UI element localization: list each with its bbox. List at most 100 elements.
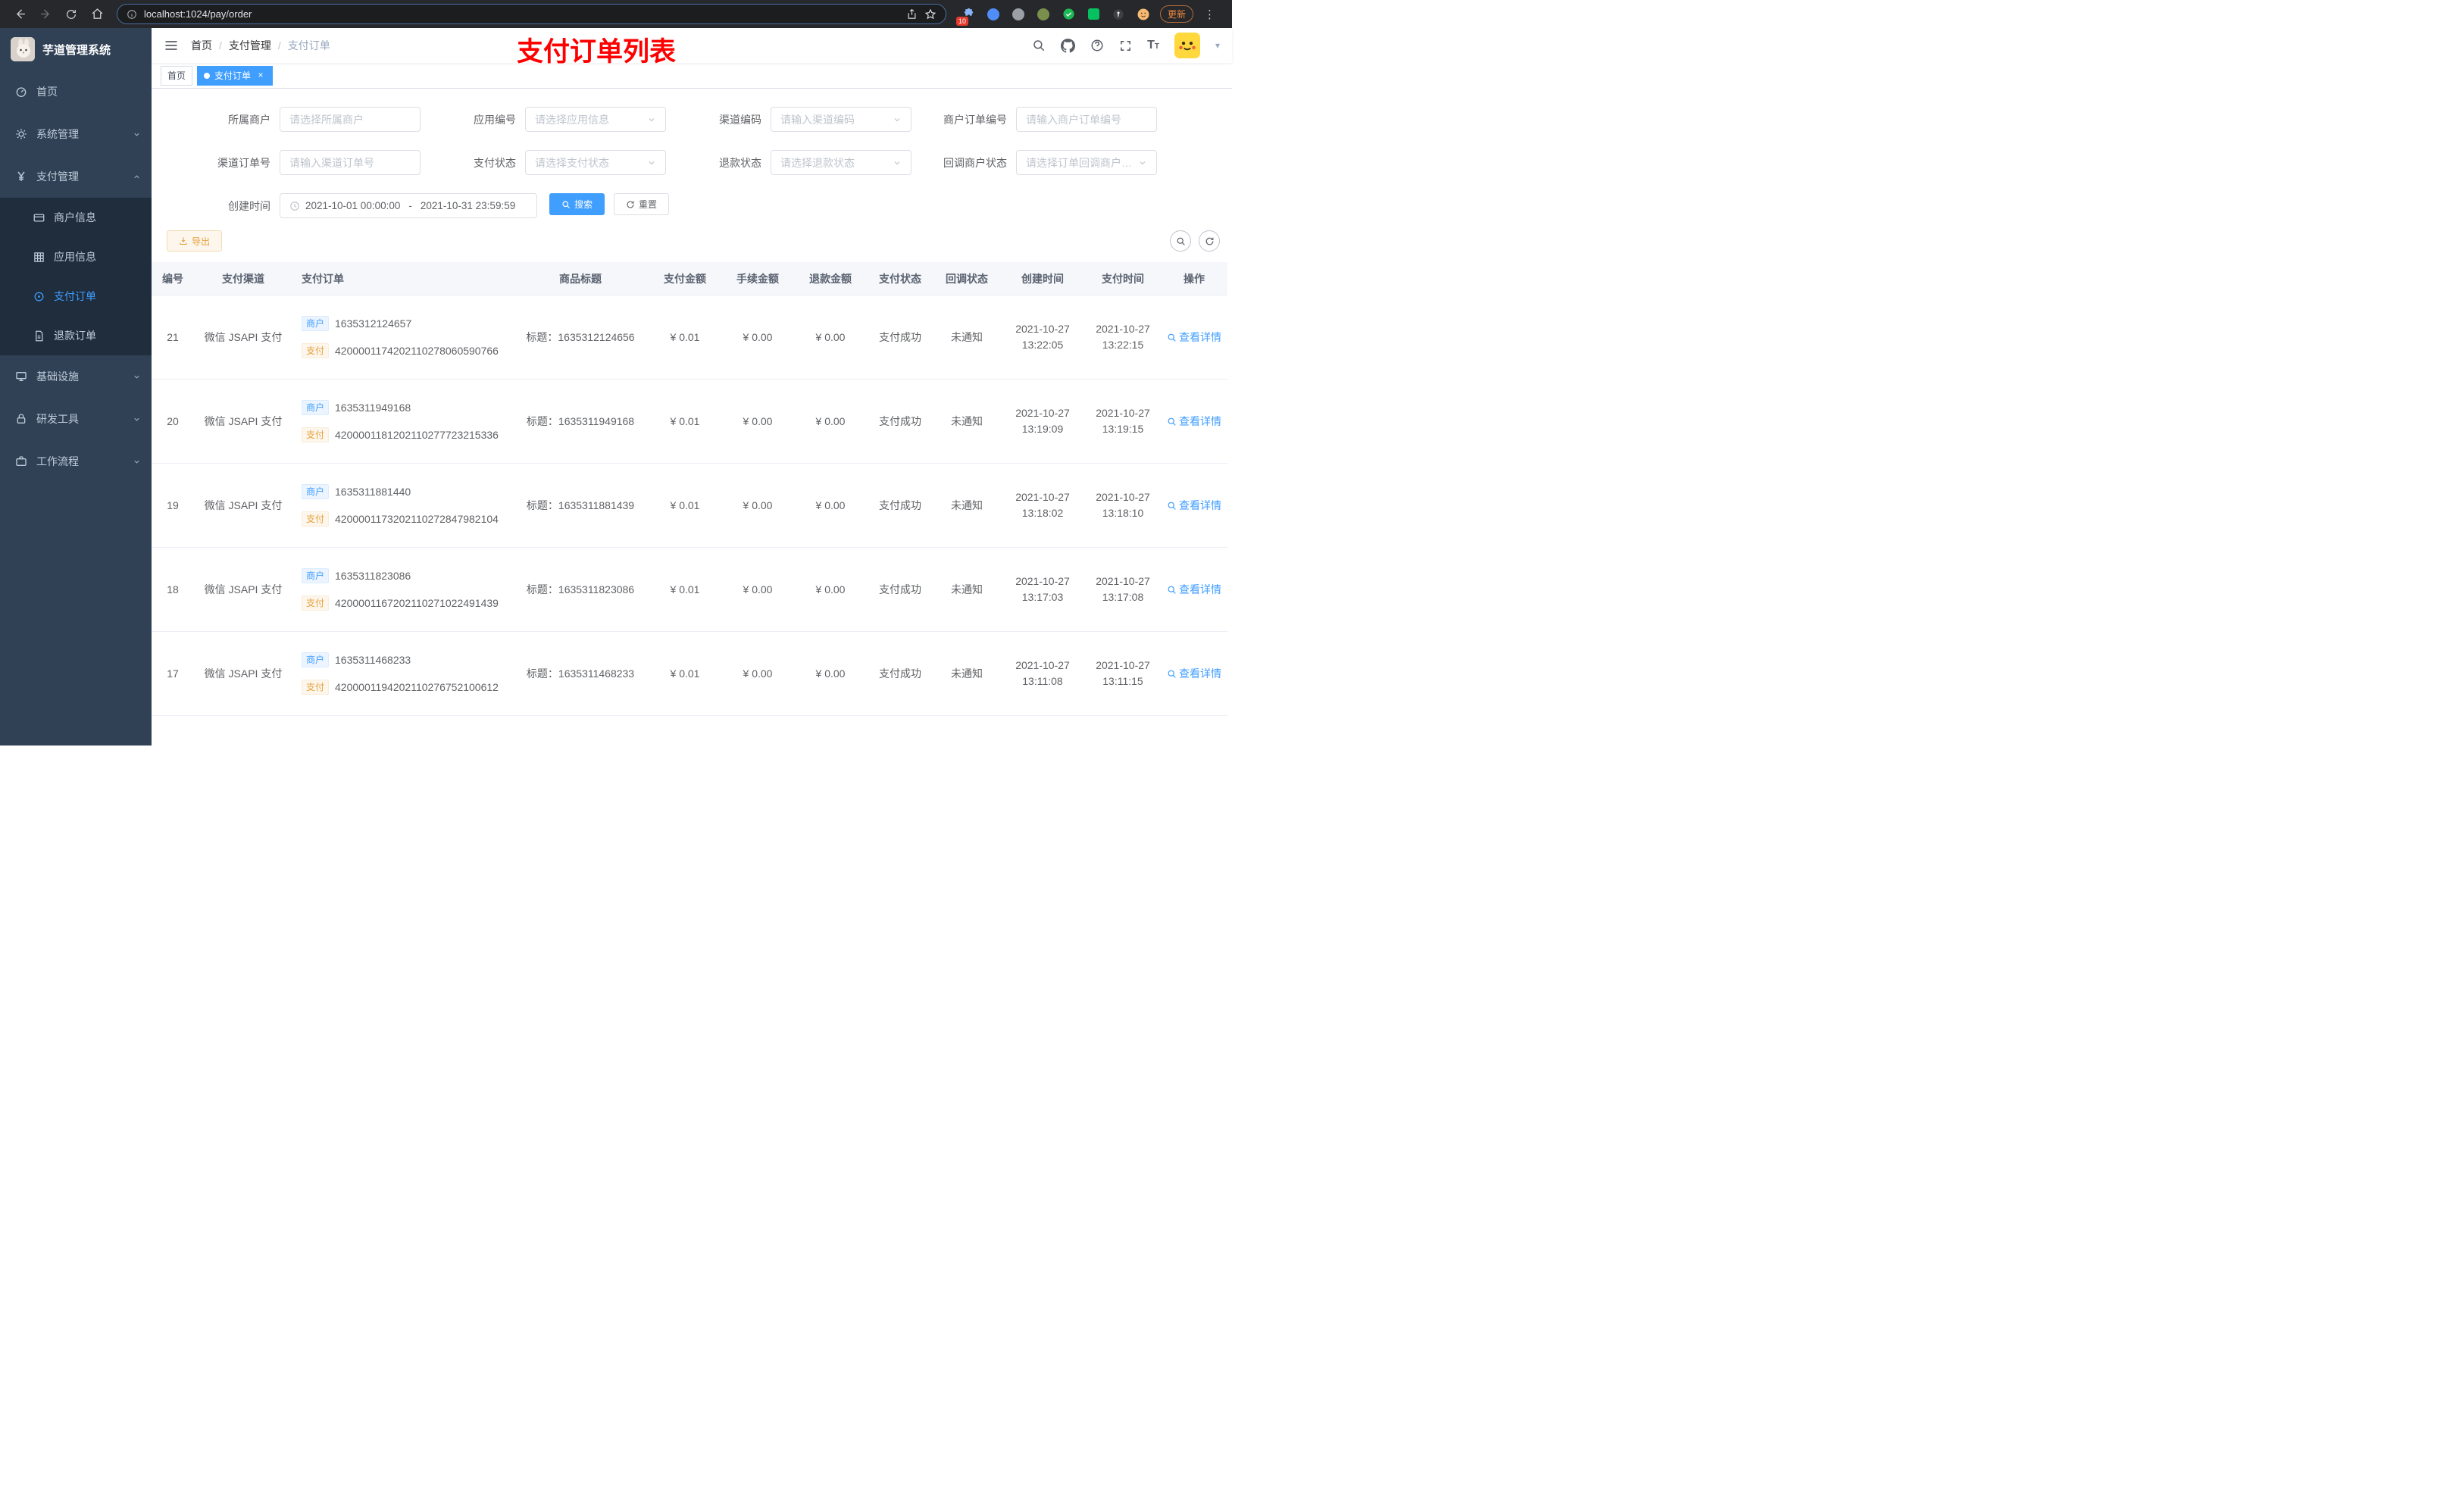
sidebar-item-label: 应用信息 — [54, 251, 96, 263]
browser-home-button[interactable] — [86, 4, 108, 25]
browser-update-button[interactable]: 更新 — [1160, 5, 1194, 23]
toggle-search-button[interactable] — [1170, 230, 1191, 252]
search-icon[interactable] — [1032, 39, 1046, 52]
extension-puzzle-icon[interactable]: 10 — [956, 6, 977, 26]
table-row: 21 微信 JSAPI 支付 商户 1635312124657 支付 42000… — [152, 295, 1227, 380]
hamburger-icon[interactable] — [164, 38, 179, 53]
browser-forward-button[interactable] — [35, 4, 56, 25]
refresh-icon — [1205, 237, 1213, 245]
sidebar-item-system[interactable]: 系统管理 — [0, 113, 152, 155]
extension-chat-icon[interactable] — [1085, 6, 1102, 23]
site-info-icon[interactable] — [127, 9, 137, 20]
merchant-line: 商户 1635311949168 — [302, 400, 512, 415]
search-button[interactable]: 搜索 — [549, 193, 605, 215]
sidebar-item-payment[interactable]: 支付管理 — [0, 155, 152, 198]
cell-refund: ¥ 0.00 — [815, 583, 846, 595]
col-header: 支付时间 — [1102, 272, 1144, 285]
sidebar-item-refund-orders[interactable]: 退款订单 — [0, 316, 152, 355]
export-button[interactable]: 导出 — [167, 230, 223, 252]
orders-table: 编号 支付渠道 支付订单 商品标题 支付金额 手续金额 退款金额 支付状态 回调… — [152, 262, 1227, 746]
github-icon[interactable] — [1061, 38, 1076, 53]
cell-title: 标题：1635311949168 — [526, 415, 635, 427]
sidebar-item-workflow[interactable]: 工作流程 — [0, 440, 152, 483]
create-time-range-picker[interactable]: 2021-10-01 00:00:00 - 2021-10-31 23:59:5… — [280, 193, 537, 218]
refresh-table-button[interactable] — [1199, 230, 1220, 252]
face-icon — [1137, 8, 1149, 20]
pay-status-select[interactable]: 请选择支付状态 — [525, 150, 666, 175]
refresh-icon — [627, 200, 634, 208]
tab-home[interactable]: 首页 — [161, 65, 193, 86]
sidebar-item-pay-orders[interactable]: 支付订单 — [0, 277, 152, 316]
chevron-down-icon — [649, 161, 655, 164]
refund-status-select[interactable]: 请选择退款状态 — [771, 150, 911, 175]
cell-channel: 微信 JSAPI 支付 — [204, 667, 283, 680]
font-size-icon[interactable]: TT — [1147, 39, 1159, 52]
gray-circle-icon — [1012, 8, 1024, 20]
action-label: 查看详情 — [1179, 583, 1221, 595]
sidebar-item-label: 基础设施 — [36, 370, 79, 383]
bookmark-star-icon[interactable] — [924, 8, 937, 20]
browser-back-button[interactable] — [9, 4, 30, 25]
cell-amount: ¥ 0.01 — [670, 583, 700, 595]
notify-status-select[interactable]: 请选择订单回调商户状态 — [1016, 150, 1157, 175]
browser-reload-button[interactable] — [61, 4, 82, 25]
owner-merchant-input[interactable] — [280, 107, 421, 132]
pay-line: 支付 4200001173202110272847982104 — [302, 511, 512, 527]
tab-label: 首页 — [167, 70, 186, 81]
fullscreen-icon[interactable] — [1119, 39, 1132, 52]
view-detail-link[interactable]: 查看详情 — [1167, 330, 1221, 345]
extension-gray-icon[interactable] — [1010, 6, 1027, 23]
cell-pay-time: 2021-10-27 13:18:10 — [1085, 489, 1161, 521]
view-detail-link[interactable]: 查看详情 — [1167, 666, 1221, 681]
view-detail-link[interactable]: 查看详情 — [1167, 498, 1221, 513]
create-time: 13:11:08 — [1022, 675, 1063, 687]
table-header-row: 编号 支付渠道 支付订单 商品标题 支付金额 手续金额 退款金额 支付状态 回调… — [152, 262, 1227, 295]
create-date: 2021-10-27 — [1015, 575, 1070, 587]
extension-memoji-icon[interactable] — [1135, 6, 1152, 23]
sidebar-logo[interactable]: 芋道管理系统 — [0, 28, 152, 70]
view-detail-link[interactable]: 查看详情 — [1167, 582, 1221, 597]
cell-id: 17 — [167, 667, 179, 680]
channel-code-select[interactable]: 请输入渠道编码 — [771, 107, 911, 132]
extension-check-icon[interactable] — [1060, 6, 1077, 23]
browser-menu-icon[interactable]: ⋮ — [1202, 8, 1218, 21]
cell-order: 商户 1635311468233 支付 42000011942021102767… — [292, 652, 512, 695]
channel-order-no-input[interactable] — [280, 150, 421, 175]
create-time: 13:22:05 — [1021, 339, 1064, 351]
cell-status: 支付成功 — [879, 667, 921, 680]
pay-line: 支付 4200001167202110271022491439 — [302, 595, 512, 611]
credit-card-icon — [33, 214, 45, 221]
sidebar-item-merchant-info[interactable]: 商户信息 — [0, 198, 152, 237]
yen-icon — [17, 171, 25, 181]
merchant-no: 1635311949168 — [335, 402, 411, 414]
app-no-select[interactable]: 请选择应用信息 — [525, 107, 666, 132]
help-icon[interactable] — [1090, 39, 1104, 52]
sidebar-item-home[interactable]: 首页 — [0, 70, 152, 113]
avatar[interactable] — [1174, 33, 1200, 58]
pay-time: 13:22:15 — [1102, 339, 1144, 351]
url-bar[interactable]: localhost:1024/pay/order — [117, 4, 946, 24]
tab-pay-orders[interactable]: 支付订单 × — [197, 65, 274, 86]
create-date: 2021-10-27 — [1015, 407, 1070, 419]
sidebar-item-app-info[interactable]: 应用信息 — [0, 237, 152, 277]
share-icon[interactable] — [906, 8, 918, 20]
view-detail-link[interactable]: 查看详情 — [1167, 414, 1221, 429]
sidebar-item-dev-tools[interactable]: 研发工具 — [0, 398, 152, 440]
cell-notify: 未通知 — [951, 331, 983, 343]
filter-form: 所属商户 应用编号 请选择应用信息 渠道编码 请输入渠道编码 — [152, 107, 1232, 218]
reset-button[interactable]: 重置 — [614, 193, 670, 215]
breadcrumb-pay-management[interactable]: 支付管理 — [229, 38, 271, 53]
sidebar-item-label: 首页 — [36, 86, 58, 98]
extension-drop-icon[interactable] — [985, 6, 1002, 23]
pay-no: 4200001167202110271022491439 — [335, 597, 499, 609]
avatar-caret-icon[interactable]: ▾ — [1215, 40, 1220, 51]
table-row: 18 微信 JSAPI 支付 商户 1635311823086 支付 42000… — [152, 548, 1227, 632]
sidebar-item-infra[interactable]: 基础设施 — [0, 355, 152, 398]
col-header: 商品标题 — [559, 272, 602, 285]
extension-olive-icon[interactable] — [1035, 6, 1052, 23]
table-toolbar: 导出 — [152, 230, 1232, 262]
extension-pin-icon[interactable] — [1110, 6, 1127, 23]
merchant-order-no-input[interactable] — [1016, 107, 1157, 132]
breadcrumb-home[interactable]: 首页 — [191, 38, 212, 53]
close-icon[interactable]: × — [255, 70, 266, 81]
